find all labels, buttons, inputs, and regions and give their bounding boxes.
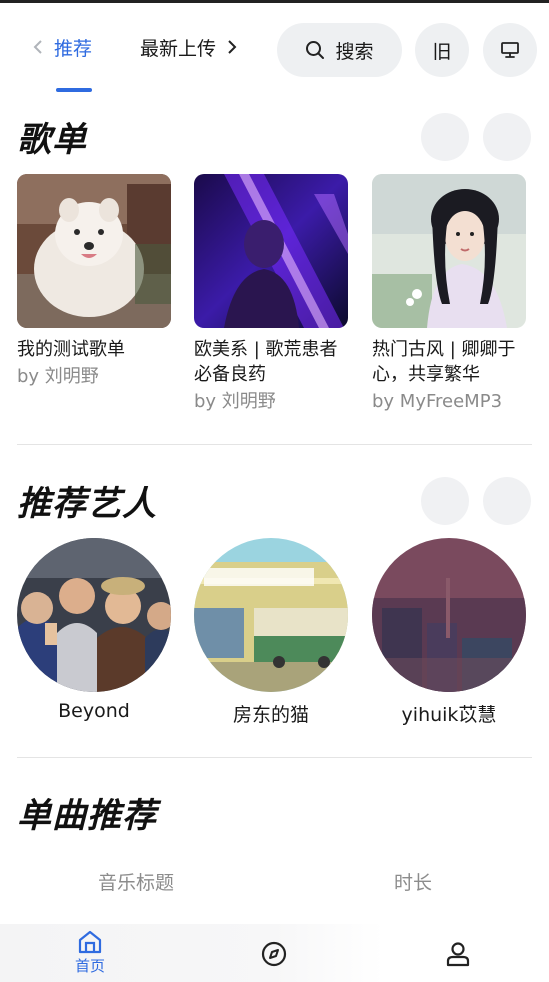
chevron-right-icon[interactable] [224,37,240,57]
artists-prev-button[interactable] [421,477,469,525]
section-divider [17,757,532,758]
playlists-next-button[interactable] [483,113,531,161]
playlists-title: 歌单 [17,120,87,160]
nav-home[interactable]: 首页 [60,930,120,976]
old-version-button[interactable]: 旧 [415,23,469,77]
tab-recommend[interactable]: 推荐 [54,34,94,61]
artists-next-button[interactable] [483,477,531,525]
playlist-cover [17,174,171,328]
artists-title: 推荐艺人 [17,484,157,524]
artist-name: Beyond [58,700,130,722]
nav-profile[interactable] [428,941,488,967]
monitor-icon [501,42,519,58]
playlist-card[interactable]: 我的测试歌单 by 刘明野 [17,174,171,389]
playlist-card[interactable]: 欧美系 | 歌荒患者必备良药 by 刘明野 [194,174,348,414]
home-icon [78,930,102,954]
artist-avatar [17,538,171,692]
active-tab-indicator [56,88,92,92]
playlist-author: by MyFreeMP3 [372,391,503,412]
playlist-author: by 刘明野 [17,366,99,387]
artist-avatar [194,538,348,692]
compass-icon [261,941,287,967]
desktop-mode-button[interactable] [483,23,537,77]
playlist-card[interactable]: 热门古风 | 卿卿于心，共享繁华 by MyFreeMP3 [372,174,526,414]
top-header: 推荐 最新上传 搜索 旧 [0,3,549,92]
nav-discover[interactable] [244,941,304,967]
artist-card[interactable]: 房东的猫 [194,538,348,727]
playlist-cover [372,174,526,328]
playlist-title: 热门古风 | 卿卿于心，共享繁华 [372,339,516,385]
playlists-prev-button[interactable] [421,113,469,161]
bottom-nav: 首页 [0,924,549,982]
artist-name: 房东的猫 [232,704,309,726]
artist-avatar [372,538,526,692]
search-button[interactable]: 搜索 [277,23,402,77]
playlist-author: by 刘明野 [194,391,276,412]
column-header-title: 音乐标题 [98,872,175,894]
tab-bar: 推荐 最新上传 [30,25,255,69]
search-label: 搜索 [335,40,374,63]
nav-home-label: 首页 [74,957,105,975]
user-icon [446,942,470,967]
chevron-left-icon[interactable] [30,37,46,57]
artist-card[interactable]: Beyond [17,538,171,722]
songs-title: 单曲推荐 [17,796,157,836]
tab-latest-upload[interactable]: 最新上传 [140,34,218,61]
playlist-cover [194,174,348,328]
column-header-duration: 时长 [394,872,433,894]
artist-card[interactable]: yihuik苡慧 [372,538,526,727]
section-divider [17,444,532,445]
playlist-title: 我的测试歌单 [17,339,125,360]
playlist-title: 欧美系 | 歌荒患者必备良药 [194,339,338,385]
artist-name: yihuik苡慧 [401,704,497,726]
search-icon [306,41,325,59]
